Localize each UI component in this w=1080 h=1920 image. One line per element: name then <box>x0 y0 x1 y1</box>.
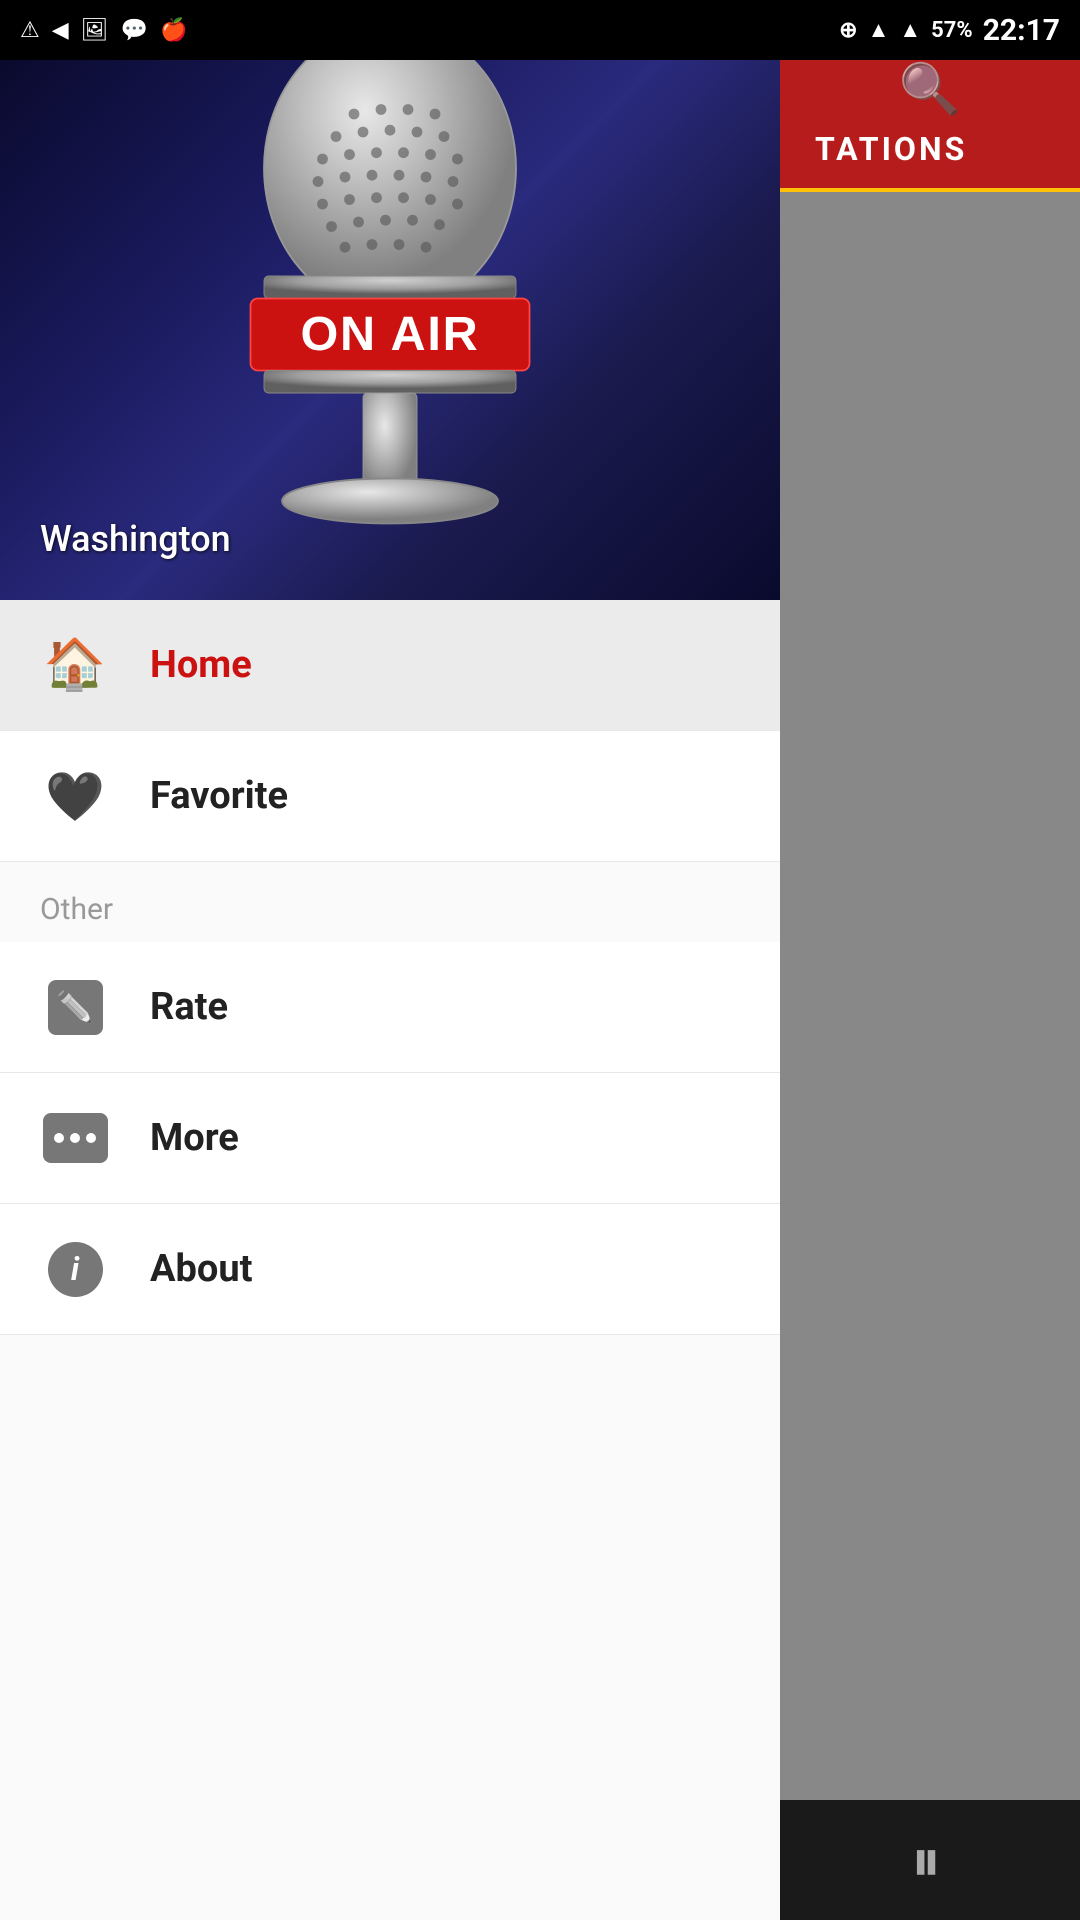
home-icon: 🏠 <box>44 636 106 694</box>
svg-text:ON AIR: ON AIR <box>300 307 479 361</box>
right-panel-header-top: 🔍 <box>780 60 1080 120</box>
rate-icon <box>48 980 103 1035</box>
home-icon-container: 🏠 <box>40 630 110 700</box>
favorite-label: Favorite <box>150 774 288 818</box>
more-label: More <box>150 1116 239 1160</box>
clock: 22:17 <box>983 13 1060 48</box>
drawer: ON AIR Washington 🏠 Home <box>0 60 780 1920</box>
back-icon: ◀ <box>52 18 69 43</box>
more-icon-container <box>40 1103 110 1173</box>
about-label: About <box>150 1247 253 1291</box>
status-bar-left: ⚠ ◀ 🖼 💬 🍎 <box>20 18 187 43</box>
signal-icon: ▲ <box>899 17 921 43</box>
home-label: Home <box>150 643 252 687</box>
more-icon <box>43 1113 108 1163</box>
menu-item-rate[interactable]: Rate <box>0 942 780 1073</box>
right-panel-body <box>780 192 1080 1800</box>
bottom-bar-right[interactable]: ⏸ <box>780 1800 1080 1920</box>
dot-3 <box>86 1133 96 1143</box>
heart-icon: 🖤 <box>45 768 105 825</box>
dot-2 <box>70 1133 80 1143</box>
menu-section: 🏠 Home 🖤 Favorite Other Rate <box>0 600 780 1920</box>
info-icon-container: i <box>40 1234 110 1304</box>
rate-label: Rate <box>150 985 228 1029</box>
main-layout: ON AIR Washington 🏠 Home <box>0 60 1080 1920</box>
status-bar-right: ⊕ ▲ ▲ 57% 22:17 <box>839 13 1060 48</box>
notification-icon: ⚠ <box>20 18 40 43</box>
info-icon: i <box>48 1242 103 1297</box>
menu-item-about[interactable]: i About <box>0 1204 780 1335</box>
pause-icon: ⏸ <box>911 1825 949 1896</box>
battery-percent: 57% <box>931 18 973 43</box>
stations-label: TATIONS <box>795 120 987 178</box>
right-panel: 🔍 TATIONS ⏸ <box>780 60 1080 1920</box>
menu-item-favorite[interactable]: 🖤 Favorite <box>0 731 780 862</box>
apple-icon: 🍎 <box>160 18 187 43</box>
menu-item-more[interactable]: More <box>0 1073 780 1204</box>
menu-item-home[interactable]: 🏠 Home <box>0 600 780 731</box>
rate-icon-container <box>40 972 110 1042</box>
add-icon: ⊕ <box>839 18 857 43</box>
status-bar: ⚠ ◀ 🖼 💬 🍎 ⊕ ▲ ▲ 57% 22:17 <box>0 0 1080 60</box>
heart-icon-container: 🖤 <box>40 761 110 831</box>
hero-image: ON AIR Washington <box>0 60 780 600</box>
other-section-header: Other <box>0 862 780 942</box>
dot-1 <box>54 1133 64 1143</box>
message-icon: 💬 <box>121 18 148 43</box>
wifi-icon: ▲ <box>868 17 890 43</box>
gallery-icon: 🖼 <box>81 18 109 43</box>
location-text: Washington <box>40 518 231 560</box>
